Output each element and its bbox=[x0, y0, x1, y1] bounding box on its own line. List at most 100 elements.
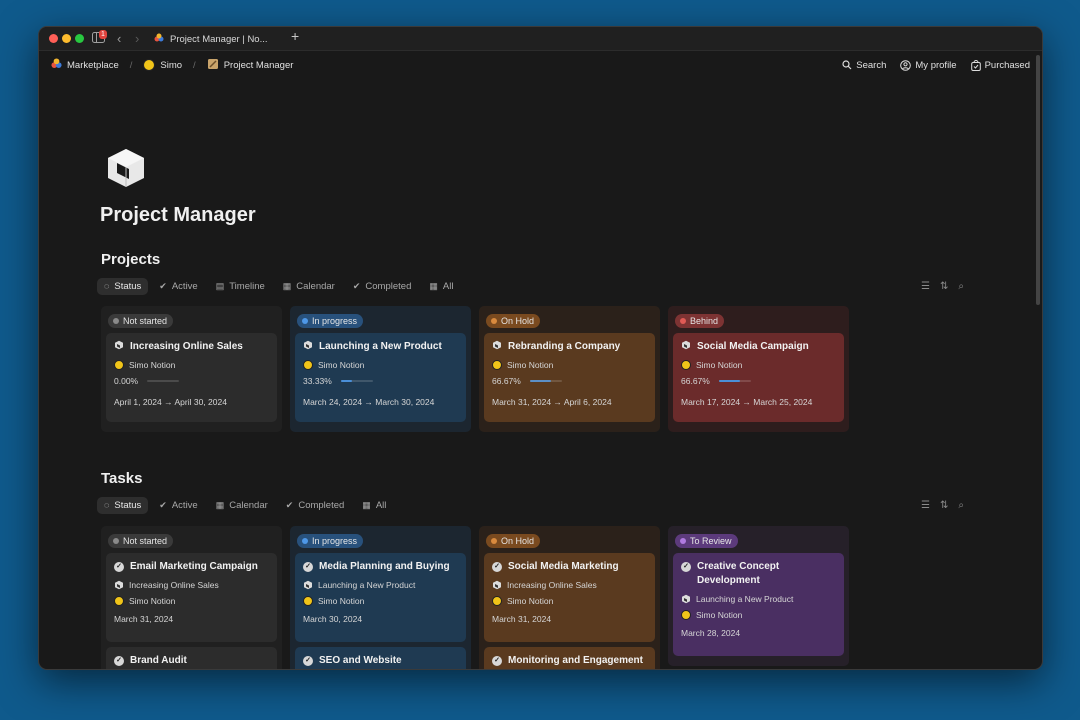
card-title: ✓ Media Planning and Buying bbox=[303, 560, 458, 574]
breadcrumb-simo[interactable]: Simo bbox=[160, 60, 182, 71]
search-label: Search bbox=[856, 59, 887, 71]
maximize-window-button[interactable] bbox=[75, 34, 84, 43]
progress-label: 66.67% bbox=[681, 376, 710, 386]
view-tab-all[interactable]: ▦ All bbox=[355, 497, 393, 514]
search-icon[interactable]: ⌕ bbox=[958, 281, 964, 292]
back-icon[interactable]: ‹ bbox=[117, 32, 121, 45]
sort-icon[interactable]: ⇅ bbox=[940, 500, 948, 511]
status-view-icon: ◌ bbox=[104, 500, 110, 510]
profile-icon bbox=[900, 59, 912, 71]
project-card[interactable]: Increasing Online Sales Simo Notion 0.00% A… bbox=[106, 333, 277, 422]
view-tab-calendar[interactable]: ▦ Calendar bbox=[209, 497, 275, 514]
breadcrumb: Marketplace / Simo / Project Manager bbox=[51, 58, 293, 73]
view-tab-label: Active bbox=[171, 280, 198, 292]
tasks-toolbar: ☰ ⇅ ⌕ bbox=[921, 500, 964, 511]
view-tab-status[interactable]: ◌ Status bbox=[97, 496, 149, 514]
progress-row: 0.00% bbox=[114, 376, 269, 386]
scrollbar[interactable] bbox=[1036, 55, 1040, 305]
calendar-view-icon: ▦ bbox=[215, 499, 225, 510]
project-card[interactable]: Rebranding a Company Simo Notion 66.67% Mar… bbox=[484, 333, 655, 422]
header-actions: Search My profile Purchased bbox=[842, 60, 1030, 71]
view-tab-label: Calendar bbox=[296, 280, 335, 292]
owner-name: Simo Notion bbox=[507, 360, 554, 370]
browser-tab[interactable]: Project Manager | No... bbox=[154, 27, 284, 51]
search-icon[interactable]: ⌕ bbox=[958, 500, 964, 511]
task-card[interactable]: ✓ Brand Audit bbox=[106, 647, 277, 669]
owner-name: Simo Notion bbox=[696, 360, 743, 370]
project-title: Increasing Online Sales bbox=[130, 341, 243, 352]
purchased-button[interactable]: Purchased bbox=[970, 60, 1030, 71]
due-date: March 28, 2024 bbox=[681, 628, 741, 638]
filter-icon[interactable]: ☰ bbox=[921, 281, 930, 292]
filter-icon[interactable]: ☰ bbox=[921, 500, 930, 511]
task-title: Social Media Marketing bbox=[508, 561, 619, 572]
avatar bbox=[681, 360, 691, 370]
project-icon bbox=[114, 580, 124, 590]
projects-column-not-started: Not started Increasing Online Sales Simo N… bbox=[101, 306, 282, 432]
timeline-view-icon: ▤ bbox=[215, 280, 225, 291]
card-title: Rebranding a Company bbox=[492, 340, 647, 354]
my-profile-button[interactable]: My profile bbox=[900, 59, 957, 71]
view-tab-completed[interactable]: ✔ Completed bbox=[279, 497, 352, 514]
progress-fill bbox=[340, 380, 352, 382]
owner-row: Simo Notion bbox=[114, 360, 269, 370]
view-tab-label: Active bbox=[171, 499, 198, 511]
view-tab-label: Completed bbox=[298, 499, 345, 511]
task-card[interactable]: ✓ Email Marketing Campaign Increasing Onli… bbox=[106, 553, 277, 642]
owner-row: Simo Notion bbox=[681, 610, 836, 620]
due-date: March 31, 2024 bbox=[492, 614, 552, 624]
task-card[interactable]: ✓ Media Planning and Buying Launching a Ne… bbox=[295, 553, 466, 642]
status-badge: To Review bbox=[675, 534, 738, 548]
breadcrumb-separator: / bbox=[129, 59, 133, 71]
avatar bbox=[114, 596, 124, 606]
project-title: Launching a New Product bbox=[319, 341, 442, 352]
progress-label: 66.67% bbox=[492, 376, 521, 386]
view-tab-calendar[interactable]: ▦ Calendar bbox=[276, 278, 342, 295]
close-window-button[interactable] bbox=[49, 34, 58, 43]
tasks-column-in-progress: In progress ✓ Media Planning and Buying Lau… bbox=[290, 526, 471, 669]
view-tab-all[interactable]: ▦ All bbox=[422, 278, 460, 295]
projects-column-in-progress: In progress Launching a New Product Simo N… bbox=[290, 306, 471, 432]
avatar bbox=[492, 596, 502, 606]
view-tab-label: Calendar bbox=[229, 499, 268, 511]
project-row: Increasing Online Sales bbox=[492, 580, 647, 590]
card-title: ✓ Email Marketing Campaign bbox=[114, 560, 269, 574]
view-tab-timeline[interactable]: ▤ Timeline bbox=[209, 278, 272, 295]
search-button[interactable]: Search bbox=[842, 60, 886, 71]
status-label: To Review bbox=[690, 536, 732, 546]
task-card[interactable]: ✓ Social Media Marketing Increasing Online… bbox=[484, 553, 655, 642]
view-tab-status[interactable]: ◌ Status bbox=[97, 277, 149, 295]
progress-row: 33.33% bbox=[303, 376, 458, 386]
active-view-icon: ✔ bbox=[159, 499, 167, 510]
new-tab-button[interactable]: + bbox=[291, 29, 299, 43]
sort-icon[interactable]: ⇅ bbox=[940, 281, 948, 292]
minimize-window-button[interactable] bbox=[62, 34, 71, 43]
owner-name: Simo Notion bbox=[129, 360, 176, 370]
progress-row: 66.67% bbox=[681, 376, 836, 386]
owner-row: Simo Notion bbox=[492, 360, 647, 370]
tasks-view-tabs: ◌ Status ✔ Active ▦ Calendar ✔ Completed ▦ All bbox=[97, 494, 393, 516]
breadcrumb-marketplace[interactable]: Marketplace bbox=[67, 60, 119, 71]
task-card[interactable]: ✓ SEO and Website Optimization bbox=[295, 647, 466, 669]
check-icon: ✓ bbox=[114, 656, 124, 666]
project-card[interactable]: Launching a New Product Simo Notion 33.33%… bbox=[295, 333, 466, 422]
project-icon bbox=[681, 340, 691, 350]
task-card[interactable]: ✓ Monitoring and Engagement bbox=[484, 647, 655, 669]
breadcrumb-project-manager[interactable]: Project Manager bbox=[224, 60, 294, 71]
task-card[interactable]: ✓ Creative Concept Development Launching a… bbox=[673, 553, 844, 656]
card-title: ✓ Creative Concept Development bbox=[681, 560, 836, 588]
completed-view-icon: ✔ bbox=[352, 280, 361, 291]
notion-favicon-icon bbox=[154, 33, 164, 46]
check-icon: ✓ bbox=[492, 656, 502, 666]
my-profile-label: My profile bbox=[915, 59, 957, 71]
owner-name: Simo Notion bbox=[129, 596, 176, 606]
view-tab-completed[interactable]: ✔ Completed bbox=[346, 278, 419, 295]
status-badge: On Hold bbox=[486, 314, 541, 328]
avatar bbox=[114, 360, 124, 370]
forward-icon[interactable]: › bbox=[135, 32, 139, 45]
status-dot-icon bbox=[113, 318, 119, 324]
view-tab-active[interactable]: ✔ Active bbox=[152, 497, 204, 514]
project-card[interactable]: Social Media Campaign Simo Notion 66.67% Ma… bbox=[673, 333, 844, 422]
status-badge: Not started bbox=[108, 314, 174, 328]
view-tab-active[interactable]: ✔ Active bbox=[152, 278, 204, 295]
